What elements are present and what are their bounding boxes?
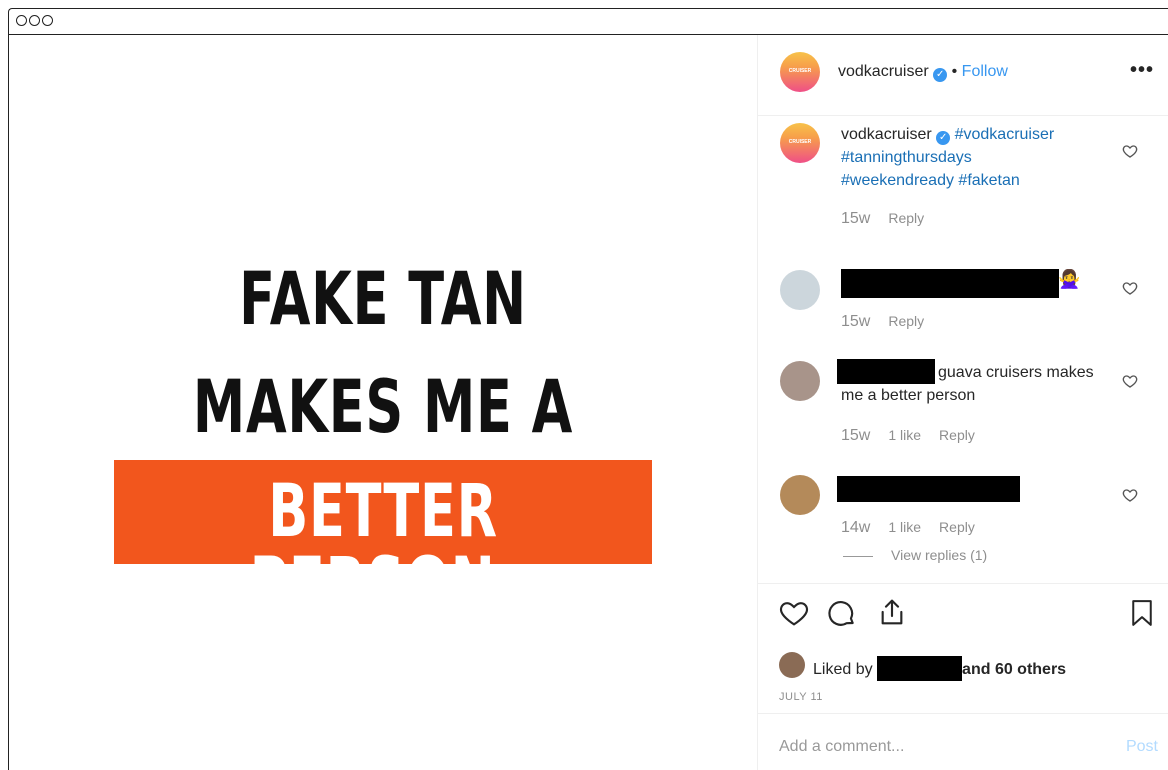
verified-badge-icon: ✓ <box>933 68 948 82</box>
verified-badge-icon: ✓ <box>936 131 951 145</box>
redacted-username <box>837 476 1020 502</box>
commenter-avatar[interactable] <box>780 270 820 310</box>
view-replies-button[interactable]: View replies (1) <box>891 547 987 563</box>
redacted-username <box>837 359 935 384</box>
caption-username[interactable]: vodkacruiser <box>841 126 932 143</box>
replies-divider <box>843 556 873 557</box>
heart-icon[interactable] <box>778 597 810 629</box>
share-icon[interactable] <box>876 596 908 628</box>
post-image[interactable]: FAKE TAN MAKES ME A BETTER PERSON. <box>9 35 757 770</box>
like-comment-heart-icon[interactable] <box>1122 280 1138 296</box>
browser-window: FAKE TAN MAKES ME A BETTER PERSON. CRUIS… <box>8 8 1168 770</box>
post-comment-button[interactable]: Post <box>1126 738 1158 756</box>
comment-time[interactable]: 15w <box>841 313 870 331</box>
image-banner-text: BETTER PERSON. <box>249 469 517 627</box>
header-separator: • <box>951 63 958 80</box>
commenter-avatar[interactable] <box>780 475 820 515</box>
header-user: vodkacruiser ✓ • Follow <box>838 63 1008 82</box>
caption-time[interactable]: 15w <box>841 210 870 228</box>
follow-button[interactable]: Follow <box>962 63 1008 80</box>
likes-summary: Liked by and 60 others <box>813 656 1066 681</box>
reply-button[interactable]: Reply <box>888 313 924 329</box>
comment-emoji: 🙅‍♀️ <box>1058 269 1081 289</box>
avatar-label: CRUISER <box>788 68 812 74</box>
header-username[interactable]: vodkacruiser <box>838 63 929 80</box>
post-sidebar: CRUISER vodkacruiser ✓ • Follow ••• CRUI… <box>757 35 1168 770</box>
comment-meta: 15w Reply <box>841 313 924 331</box>
like-comment-heart-icon[interactable] <box>1122 143 1138 159</box>
reply-button[interactable]: Reply <box>888 210 924 226</box>
post-date[interactable]: JULY 11 <box>779 691 823 703</box>
hashtag-link[interactable]: #tanningthursdays <box>841 149 972 166</box>
comment-text-line2: me a better person <box>841 387 976 404</box>
likes-count[interactable]: and 60 others <box>962 661 1066 678</box>
image-text-line1: FAKE TAN <box>239 257 527 342</box>
hashtag-link[interactable]: #vodkacruiser <box>955 126 1055 143</box>
like-comment-heart-icon[interactable] <box>1122 487 1138 503</box>
reply-button[interactable]: Reply <box>939 427 975 443</box>
hashtag-link[interactable]: #weekendready #faketan <box>841 172 1020 189</box>
redacted-username <box>841 269 1059 298</box>
comment-icon[interactable] <box>826 597 858 629</box>
image-banner: BETTER PERSON. <box>114 460 652 621</box>
post-actions: Liked by and 60 others JULY 11 <box>758 583 1168 714</box>
window-controls <box>16 15 53 26</box>
comment-likes[interactable]: 1 like <box>888 519 921 535</box>
more-icon[interactable]: ••• <box>1130 59 1154 82</box>
close-window-button[interactable] <box>16 15 27 26</box>
comments-list: CRUISER vodkacruiser ✓ #vodkacruiser #ta… <box>758 115 1168 583</box>
commenter-avatar[interactable] <box>780 361 820 401</box>
redacted-username <box>877 656 963 681</box>
caption-text: vodkacruiser ✓ #vodkacruiser #tanningthu… <box>841 123 1054 192</box>
reply-button[interactable]: Reply <box>939 519 975 535</box>
comment-input[interactable]: Add a comment... <box>779 738 904 756</box>
caption-avatar[interactable]: CRUISER <box>780 123 820 163</box>
comment-meta: 14w 1 like Reply <box>841 519 975 537</box>
minimize-window-button[interactable] <box>29 15 40 26</box>
window-titlebar <box>9 9 1168 35</box>
maximize-window-button[interactable] <box>42 15 53 26</box>
add-comment-bar: Add a comment... Post <box>758 713 1168 770</box>
comment-likes[interactable]: 1 like <box>888 427 921 443</box>
image-text-line2: MAKES ME A <box>192 365 574 450</box>
post-header: CRUISER vodkacruiser ✓ • Follow ••• <box>758 35 1168 116</box>
instagram-post: FAKE TAN MAKES ME A BETTER PERSON. CRUIS… <box>9 35 1168 770</box>
caption-avatar-label: CRUISER <box>788 139 812 145</box>
profile-avatar[interactable]: CRUISER <box>780 52 820 92</box>
like-comment-heart-icon[interactable] <box>1122 373 1138 389</box>
comment-time[interactable]: 14w <box>841 519 870 537</box>
comment-meta: 15w 1 like Reply <box>841 427 975 445</box>
caption-meta: 15w Reply <box>841 210 924 228</box>
bookmark-icon[interactable] <box>1127 597 1157 629</box>
comment-text-line1: guava cruisers makes <box>938 364 1094 381</box>
comment-time[interactable]: 15w <box>841 427 870 445</box>
liker-avatar[interactable] <box>779 652 805 678</box>
liked-by-label: Liked by <box>813 661 873 678</box>
